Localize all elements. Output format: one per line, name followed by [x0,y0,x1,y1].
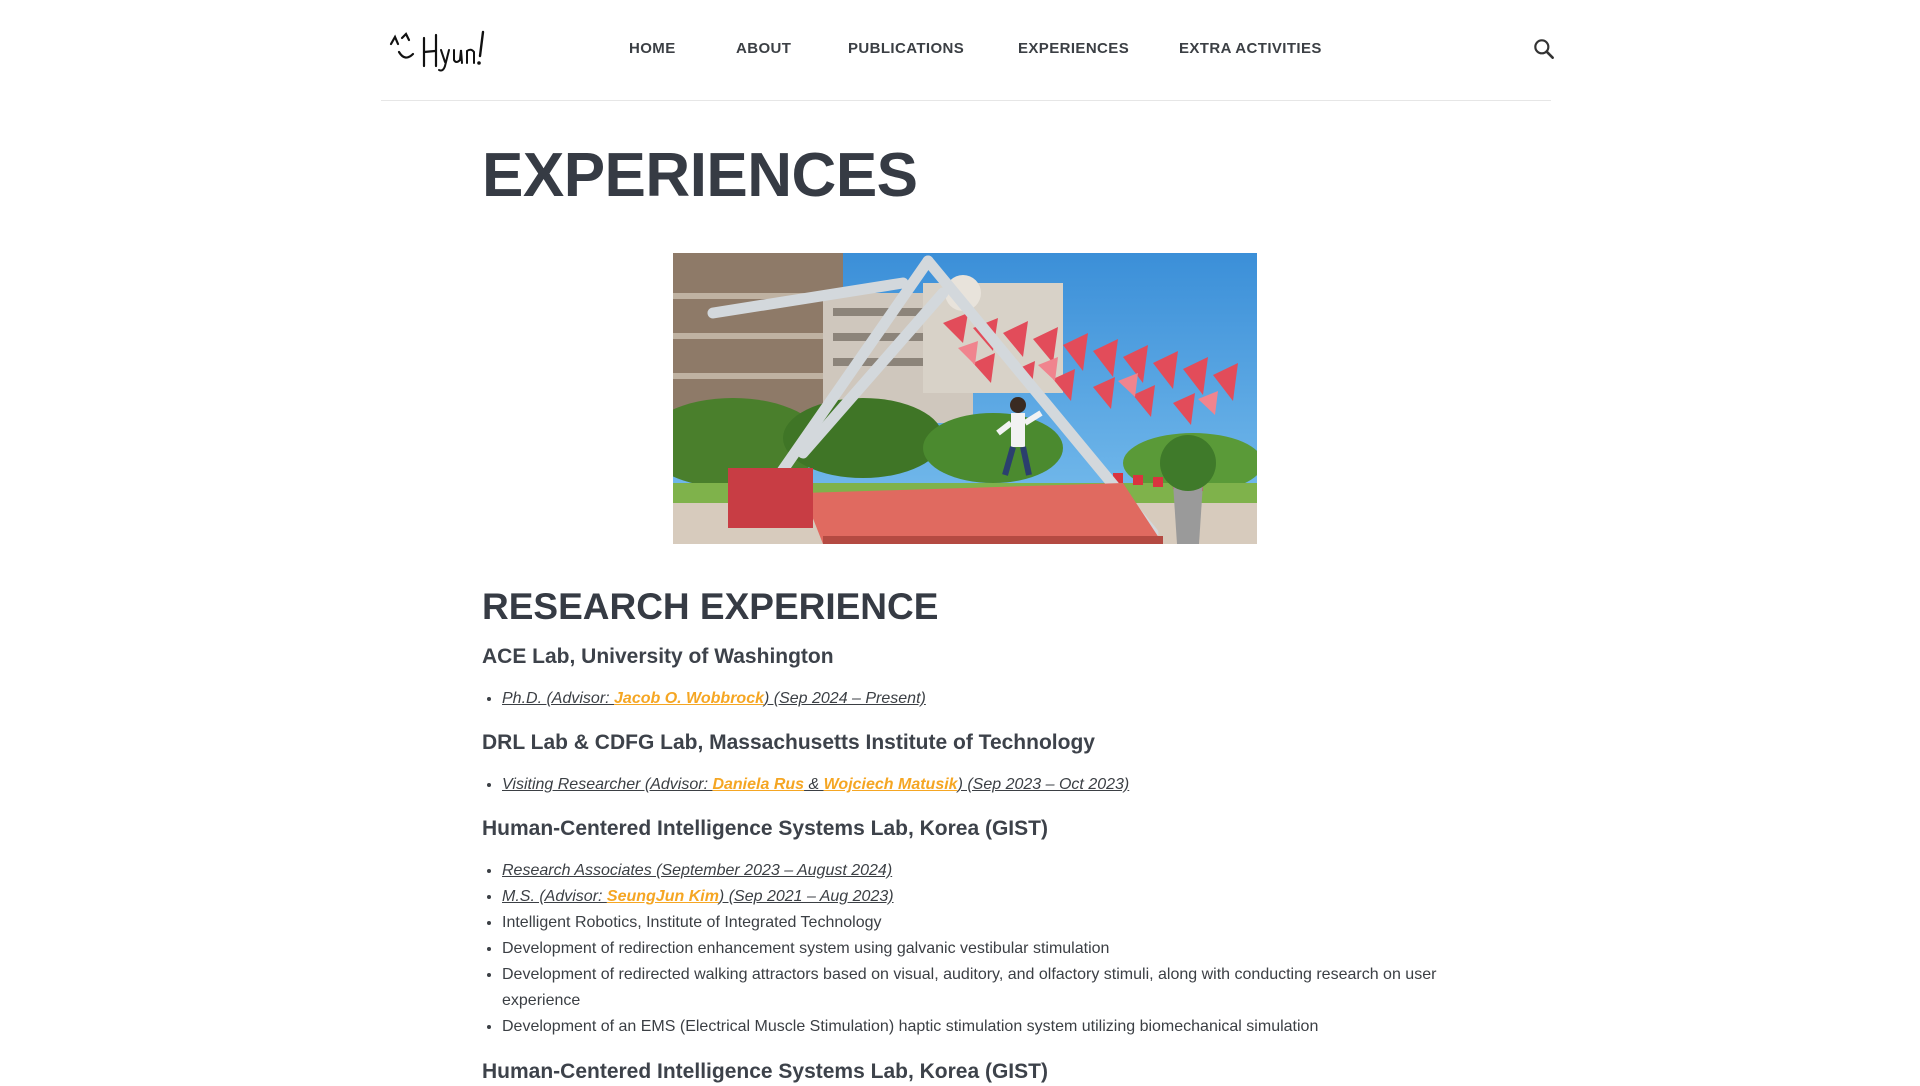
advisor-link-rus[interactable]: Daniela Rus [712,776,804,793]
lab-title-ace: ACE Lab, University of Washington [482,645,834,668]
list-item: Development of redirection enhancement s… [502,936,1482,962]
item-text: M.S. (Advisor: [502,888,607,905]
lab-title-hci: Human-Centered Intelligence Systems Lab,… [482,817,1048,840]
lab-title-drl: DRL Lab & CDFG Lab, Massachusetts Instit… [482,731,1095,754]
site-logo[interactable] [387,26,507,74]
item-text: Visiting Researcher (Advisor: [502,776,713,793]
nav-experiences[interactable]: EXPERIENCES [1018,40,1129,57]
lab-title-hci-2: Human-Centered Intelligence Systems Lab,… [482,1060,1048,1083]
section-heading-research: RESEARCH EXPERIENCE [482,586,939,627]
list-item: Development of redirected walking attrac… [502,962,1482,1014]
advisor-link-wobbrock[interactable]: Jacob O. Wobbrock [614,690,764,707]
site-header: HOME ABOUT PUBLICATIONS EXPERIENCES EXTR… [381,0,1554,101]
item-text: Ph.D. (Advisor: [502,690,615,707]
nav-extra-activities[interactable]: EXTRA ACTIVITIES [1179,40,1322,57]
advisor-link-kim[interactable]: SeungJun Kim [607,888,719,905]
item-text: Research Associates (September 2023 – Au… [502,862,893,879]
item-text: & [804,776,824,793]
list-item: Development of an EMS (Electrical Muscle… [502,1014,1482,1040]
list-item: Visiting Researcher (Advisor: Daniela Ru… [502,772,1482,798]
hero-image [673,253,1257,544]
page-title: EXPERIENCES [482,141,918,210]
advisor-link-matusik[interactable]: Wojciech Matusik [824,776,958,793]
list-item: Research Associates (September 2023 – Au… [502,858,1482,884]
search-icon[interactable] [1531,36,1557,62]
ace-list: Ph.D. (Advisor: Jacob O. Wobbrock) (Sep … [482,686,1482,712]
item-text: ) (Sep 2024 – Present) [763,690,926,707]
list-item: Intelligent Robotics, Institute of Integ… [502,910,1482,936]
drl-list: Visiting Researcher (Advisor: Daniela Ru… [482,772,1482,798]
nav-publications[interactable]: PUBLICATIONS [848,40,964,57]
item-text: ) (Sep 2023 – Oct 2023) [957,776,1130,793]
list-item: M.S. (Advisor: SeungJun Kim) (Sep 2021 –… [502,884,1482,910]
list-item: Ph.D. (Advisor: Jacob O. Wobbrock) (Sep … [502,686,1482,712]
nav-about[interactable]: ABOUT [736,40,791,57]
hci-list: Research Associates (September 2023 – Au… [482,858,1482,1040]
item-text: ) (Sep 2021 – Aug 2023) [718,888,894,905]
nav-home[interactable]: HOME [629,40,676,57]
